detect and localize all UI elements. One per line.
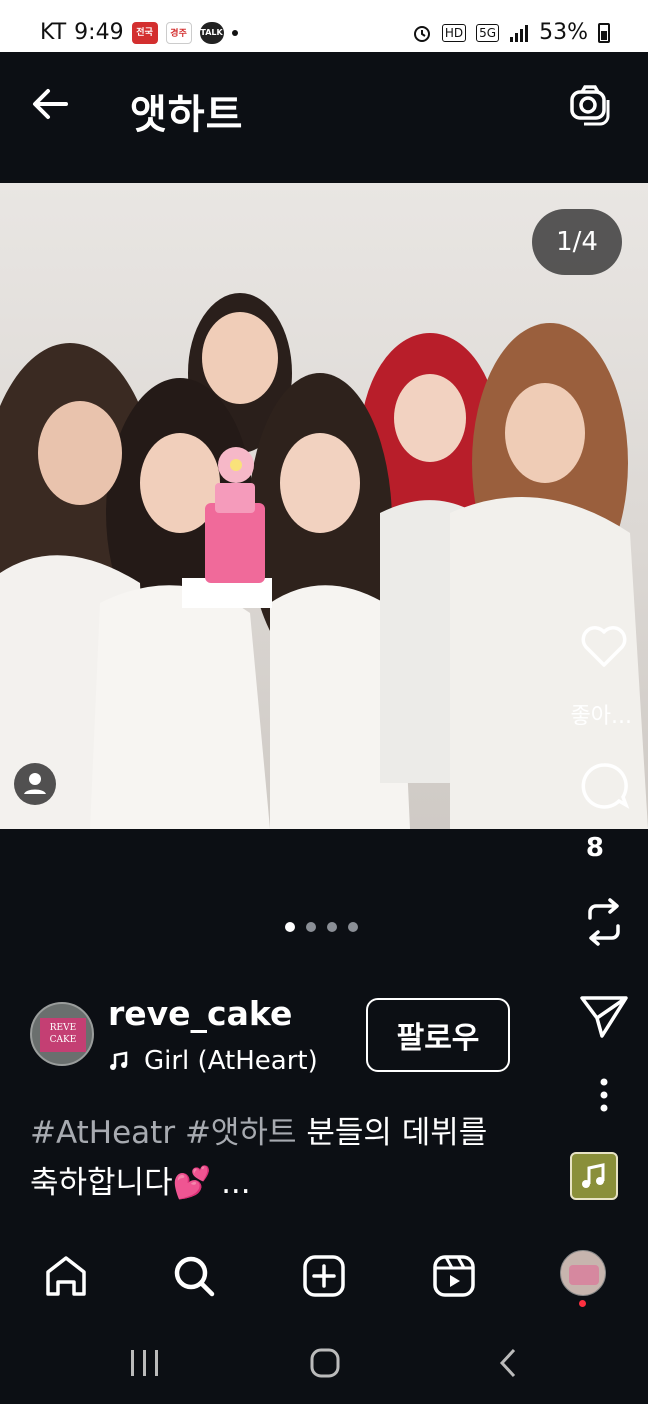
hd-icon: HD (441, 23, 467, 42)
more-vertical-icon[interactable] (578, 1076, 630, 1116)
signal-icon (510, 24, 529, 42)
alarm-icon (413, 25, 430, 42)
home-icon[interactable] (42, 1252, 90, 1300)
music-note-icon (582, 1163, 605, 1188)
camera-icon[interactable] (568, 82, 612, 126)
carousel-dot (284, 922, 295, 932)
talk-icon: TALK (199, 21, 224, 44)
follow-button[interactable]: 팔로우 (366, 998, 510, 1072)
arrow-left-icon[interactable] (28, 82, 72, 126)
battery-label: 53% (539, 20, 588, 45)
music-note-icon (110, 1051, 128, 1070)
hashtag[interactable]: #AtHeatr (30, 1115, 175, 1151)
comment-icon[interactable] (578, 760, 630, 812)
back-system-icon (499, 1348, 516, 1378)
image-counter: 1/4 (532, 209, 622, 275)
send-icon[interactable] (578, 992, 630, 1040)
avatar-logo: REVE CAKE (40, 1018, 86, 1052)
caption-text: 축하합니다💕 (30, 1165, 212, 1201)
comment-count: 8 (585, 833, 604, 863)
carousel-dot (326, 922, 337, 932)
battery-icon (598, 22, 610, 43)
carousel-dot (347, 922, 358, 932)
like-label: 좋아... (570, 704, 632, 729)
notification-icon: 전국 (131, 21, 158, 44)
clock: 9:49 (74, 20, 124, 45)
status-bar: KT 9:49 전국 경주 TALK HD 5G 53% (0, 0, 648, 52)
post-image[interactable]: 1/4 (0, 183, 648, 829)
profile-tab[interactable] (560, 1250, 606, 1296)
caption[interactable]: #AtHeatr #앳하트 분들의 데뷔를 축하합니다💕 ... (30, 1108, 570, 1208)
song-link[interactable]: Girl (AtHeart) (108, 1046, 318, 1076)
avatar[interactable]: REVE CAKE (30, 1002, 94, 1066)
carousel-dots (0, 922, 648, 932)
network-icon: 5G (476, 23, 500, 42)
add-icon[interactable] (300, 1252, 348, 1300)
page-title: 앳하트 (130, 92, 244, 138)
notification-icon: 경주 (165, 21, 192, 44)
status-left: KT 9:49 전국 경주 TALK (40, 20, 238, 45)
hashtag[interactable]: #앳하트 (185, 1115, 297, 1151)
bottom-nav (0, 1236, 648, 1320)
carrier-label: KT (40, 20, 67, 45)
caption-text: 분들의 데뷔를 (306, 1115, 488, 1151)
status-right: HD 5G 53% (412, 20, 610, 45)
more-notifications-dot (231, 29, 238, 36)
group-photo (0, 293, 648, 829)
person-icon (24, 773, 46, 794)
recents-icon (131, 1350, 158, 1376)
logo-line: CAKE (49, 1035, 77, 1045)
home-system-icon (310, 1348, 340, 1378)
username[interactable]: reve_cake (108, 994, 292, 1033)
search-icon[interactable] (170, 1252, 218, 1300)
caption-more[interactable]: ... (221, 1165, 251, 1201)
tagged-people-button[interactable] (14, 763, 56, 805)
notification-dot (579, 1300, 586, 1307)
system-nav (131, 1348, 516, 1378)
song-title: Girl (AtHeart) (144, 1046, 318, 1076)
header: 앳하트 (0, 52, 648, 182)
reels-icon[interactable] (430, 1252, 478, 1300)
heart-icon[interactable] (578, 622, 630, 670)
carousel-dot (305, 922, 316, 932)
audio-thumbnail[interactable] (570, 1152, 618, 1200)
logo-line: REVE (49, 1023, 77, 1033)
